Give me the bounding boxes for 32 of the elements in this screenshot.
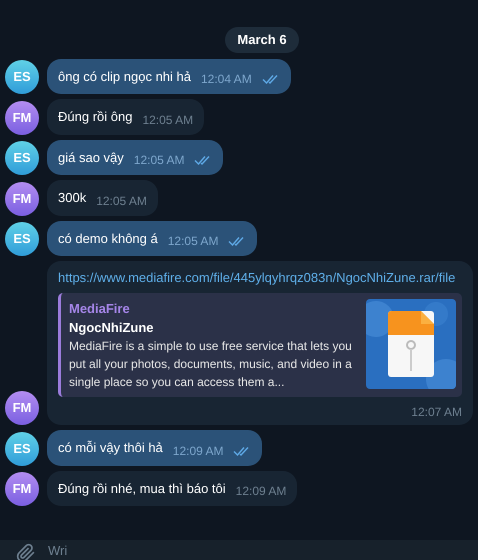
message-text: có mỗi vậy thôi hả — [58, 439, 163, 457]
message-text: Đúng rồi nhé, mua thì báo tôi — [58, 480, 226, 498]
message-field[interactable]: Wri — [0, 540, 478, 560]
avatar[interactable]: ES — [5, 432, 39, 466]
avatar[interactable]: FM — [5, 391, 39, 425]
message-text: giá sao vậy — [58, 148, 124, 167]
link[interactable]: https://www.mediafire.com/file/445ylqyhrqz083n/NgocNhiZune.rar/file — [58, 269, 462, 287]
avatar[interactable]: FM — [5, 182, 39, 216]
avatar[interactable]: ES — [5, 222, 39, 256]
message-time: 12:05 AM — [142, 112, 194, 128]
message-time: 12:05 AM — [168, 233, 218, 250]
paperclip-icon[interactable] — [16, 543, 36, 560]
message-time: 12:09 AM — [236, 483, 286, 500]
message-text: Đúng rồi ông — [58, 108, 132, 126]
preview-title: NgocNhiZune — [69, 319, 154, 337]
message-time: 12:07 AM — [411, 404, 462, 421]
message-text: có demo không á — [58, 230, 158, 248]
date-badge: March 6 — [225, 27, 299, 52]
avatar[interactable]: FM — [5, 100, 39, 134]
preview-site: MediaFire — [69, 300, 131, 318]
message-time: 12:05 AM — [134, 152, 184, 169]
avatar[interactable]: ES — [5, 60, 39, 94]
avatar[interactable]: ES — [5, 141, 39, 175]
message-time: 12:04 AM — [200, 71, 252, 88]
preview-description: MediaFire is a simple to use free service that lets you put all your photos, documents, music, and video in a single place so you can access them a... — [69, 338, 353, 391]
link-preview[interactable]: MediaFire NgocNhiZune MediaFire is a simple to use free service that lets you put all your photos, documents, music, and video in a single place so you can access them a... — [58, 293, 462, 397]
message-text: ông có clip ngọc nhi hả — [58, 68, 191, 86]
message-time: 12:05 AM — [96, 192, 147, 210]
avatar[interactable]: FM — [5, 472, 39, 506]
message-text: 300k — [58, 189, 86, 207]
message-time: 12:09 AM — [172, 442, 224, 460]
message-input[interactable]: Wri — [48, 543, 462, 559]
